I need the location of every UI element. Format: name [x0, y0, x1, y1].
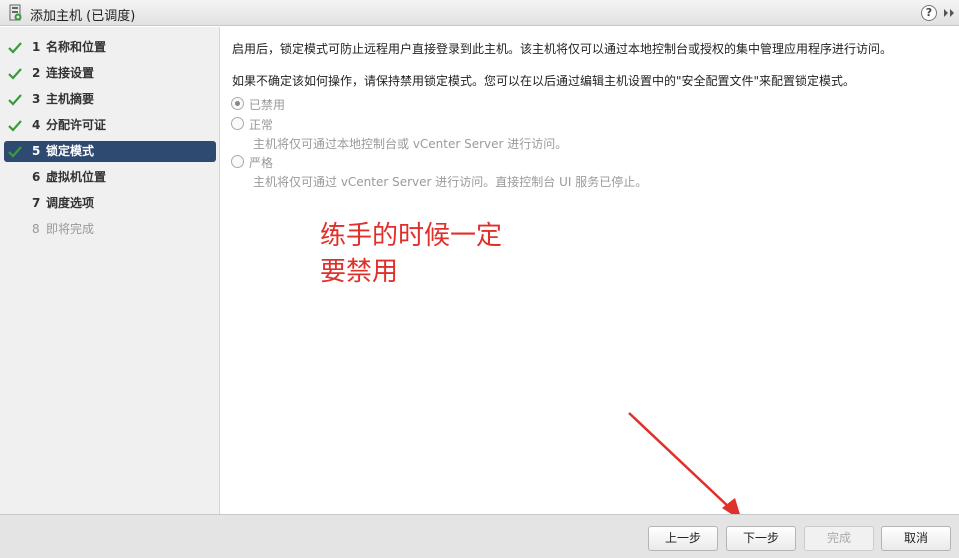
option-description: 主机将仅可通过 vCenter Server 进行访问。直接控制台 UI 服务已…	[253, 175, 648, 189]
step-number: 8	[32, 222, 40, 236]
wizard-steps-sidebar: 1 名称和位置 2 连接设置 3 主机摘要 4 分配许可证 5 锁定模式 6 虚…	[0, 27, 220, 514]
annotation-line: 练手的时候一定	[320, 221, 503, 251]
help-icon[interactable]: ?	[921, 5, 937, 21]
step-label: 名称和位置	[46, 40, 107, 54]
checkmark-icon	[8, 120, 22, 132]
step-number: 1	[32, 40, 41, 54]
step-label: 主机摘要	[46, 92, 95, 106]
step-number: 5	[32, 144, 41, 158]
next-button[interactable]: 下一步	[726, 526, 796, 551]
footer-bar: 上一步 下一步 完成 取消	[0, 514, 959, 558]
option-label: 已禁用	[249, 98, 286, 112]
step-label: 虚拟机位置	[46, 170, 107, 184]
checkmark-icon	[8, 42, 22, 54]
step-5-active[interactable]: 5 锁定模式	[4, 141, 216, 162]
host-add-icon	[9, 4, 22, 21]
window-title: 添加主机 (已调度)	[30, 9, 136, 24]
step-8: 8 即将完成	[4, 219, 216, 240]
step-label: 调度选项	[46, 196, 95, 210]
step-number: 3	[32, 92, 41, 106]
step-2[interactable]: 2 连接设置	[4, 63, 216, 84]
radio-strict	[231, 155, 244, 168]
step-3[interactable]: 3 主机摘要	[4, 89, 216, 110]
back-button[interactable]: 上一步	[648, 526, 718, 551]
title-bar: 添加主机 (已调度) ?	[0, 0, 959, 26]
main-panel: 启用后，锁定模式可防止远程用户直接登录到此主机。该主机将仅可以通过本地控制台或授…	[221, 27, 959, 514]
finish-button: 完成	[804, 526, 874, 551]
step-number: 4	[32, 118, 41, 132]
step-number: 6	[32, 170, 41, 184]
advice-text: 如果不确定该如何操作，请保持禁用锁定模式。您可以在以后通过编辑主机设置中的"安全…	[232, 74, 856, 88]
step-label: 分配许可证	[46, 118, 107, 132]
checkmark-icon	[8, 146, 22, 158]
step-1[interactable]: 1 名称和位置	[4, 37, 216, 58]
option-description: 主机将仅可通过本地控制台或 vCenter Server 进行访问。	[253, 137, 568, 151]
checkmark-icon	[8, 68, 22, 80]
intro-text: 启用后，锁定模式可防止远程用户直接登录到此主机。该主机将仅可以通过本地控制台或授…	[232, 42, 893, 56]
step-number: 7	[32, 196, 41, 210]
step-label: 锁定模式	[46, 144, 95, 158]
step-7[interactable]: 7 调度选项	[4, 193, 216, 214]
step-4[interactable]: 4 分配许可证	[4, 115, 216, 136]
expand-icon[interactable]	[941, 6, 957, 20]
step-6[interactable]: 6 虚拟机位置	[4, 167, 216, 188]
step-label: 即将完成	[46, 222, 95, 236]
checkmark-icon	[8, 94, 22, 106]
option-label: 正常	[249, 118, 274, 132]
annotation-line: 要禁用	[320, 257, 399, 287]
option-label: 严格	[249, 156, 274, 170]
step-label: 连接设置	[46, 66, 95, 80]
radio-disabled	[231, 97, 244, 110]
red-annotation: 练手的时候一定 要禁用	[320, 218, 540, 290]
step-number: 2	[32, 66, 41, 80]
cancel-button[interactable]: 取消	[881, 526, 951, 551]
radio-normal	[231, 117, 244, 130]
